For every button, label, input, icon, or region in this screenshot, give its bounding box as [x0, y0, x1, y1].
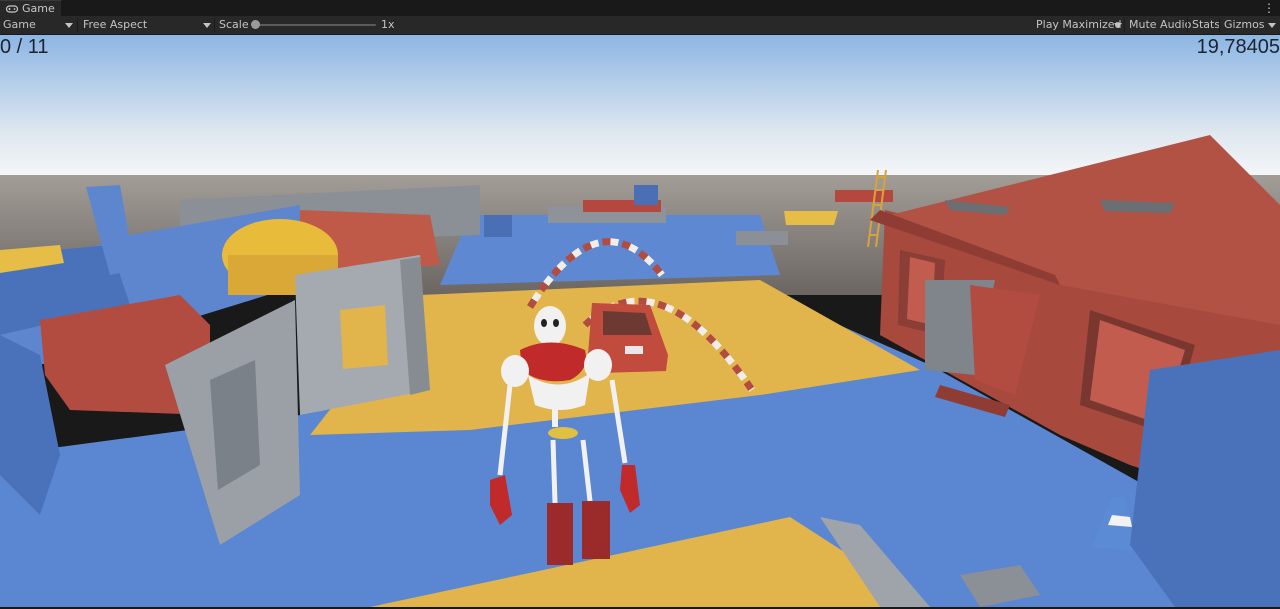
scale-label: Scale: [219, 18, 249, 31]
tab-bar: Game ⋮: [0, 0, 1280, 17]
game-scene: [0, 35, 1280, 607]
scale-slider-handle[interactable]: [251, 20, 260, 29]
chevron-down-icon: [203, 23, 211, 28]
divider: [1187, 18, 1188, 32]
mute-audio-toggle[interactable]: Mute Audio: [1129, 16, 1191, 34]
scale-slider[interactable]: [254, 24, 376, 26]
display-label: Game: [3, 18, 36, 31]
display-dropdown[interactable]: Game: [3, 16, 75, 34]
scale-value: 1x: [381, 18, 395, 31]
game-toolbar: Game Free Aspect Scale 1x Play Maximized…: [0, 16, 1280, 35]
divider: [77, 18, 78, 32]
divider: [214, 18, 215, 32]
tab-game[interactable]: Game: [0, 0, 61, 17]
timer-display: 19,78405: [1196, 36, 1280, 58]
sky: [0, 35, 1280, 175]
chevron-down-icon: [1268, 23, 1276, 28]
right-blue-block: [1130, 350, 1280, 607]
more-options-icon[interactable]: ⋮: [1263, 0, 1275, 16]
aspect-label: Free Aspect: [83, 18, 148, 31]
stats-toggle[interactable]: Stats: [1192, 16, 1220, 34]
chevron-down-icon: [65, 23, 73, 28]
yellow-floating-block: [784, 211, 838, 225]
gizmos-dropdown[interactable]: Gizmos: [1224, 16, 1278, 34]
crate: [634, 185, 658, 205]
play-mode-label: Play Maximized: [1036, 18, 1122, 31]
divider: [1219, 18, 1220, 32]
chevron-down-icon: [1114, 23, 1122, 28]
gamepad-icon: [6, 4, 18, 13]
red-floating-block: [835, 190, 893, 202]
crate: [484, 215, 512, 237]
floating-slab: [736, 231, 788, 245]
aspect-dropdown[interactable]: Free Aspect: [83, 16, 213, 34]
game-viewport[interactable]: 0 / 11 19,78405: [0, 35, 1280, 607]
divider: [1124, 18, 1125, 32]
play-mode-dropdown[interactable]: Play Maximized: [1036, 16, 1124, 34]
tab-label: Game: [22, 2, 55, 15]
gizmos-label: Gizmos: [1224, 18, 1265, 31]
collectible-counter: 0 / 11: [0, 36, 49, 58]
